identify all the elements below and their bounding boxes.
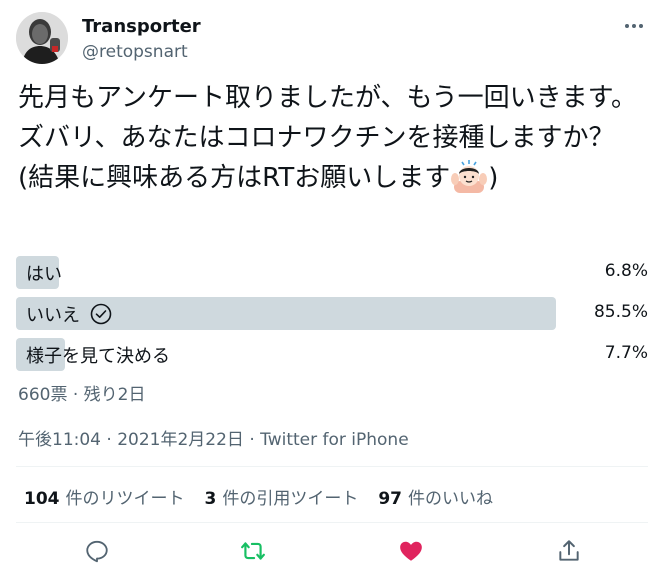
tweet-stats: 104 件のリツイート 3 件の引用ツイート 97 件のいいね [24,484,493,509]
avatar[interactable] [16,12,68,64]
share-icon [559,540,579,561]
more-button[interactable] [622,16,646,36]
tweet-text: 先月もアンケート取りましたが、もう一回いきます。ズバリ、あなたはコロナワクチンを… [18,78,646,198]
quote-count: 3 [204,489,217,509]
poll-choice-percent: 7.7% [604,343,648,363]
retweet-icon [241,542,265,560]
like-button[interactable] [396,536,426,566]
user-handle[interactable]: @retopsnart [82,42,188,62]
poll-choice-label: いいえ [26,305,80,326]
tweet-text-end: ) [488,163,499,193]
retweet-label: 件のリツイート [65,489,185,509]
tweet-header: Transporter @retopsnart [16,12,648,70]
quote-label: 件の引用ツイート [222,489,359,509]
poll-choice-label: 様子を見て決める [26,346,170,367]
reply-icon [86,540,108,563]
avatar-image [16,12,68,64]
poll-choice: はい 6.8% [16,256,648,289]
poll-choice: 様子を見て決める 7.7% [16,338,648,371]
like-label: 件のいいね [408,489,494,509]
retweet-count-link[interactable]: 104 件のリツイート [24,484,185,509]
poll-choice-percent: 85.5% [593,302,648,322]
reply-button[interactable] [82,536,112,566]
quote-count-link[interactable]: 3 件の引用ツイート [205,484,359,509]
like-icon [400,541,422,561]
retweet-button[interactable] [238,536,268,566]
retweet-count: 104 [24,489,60,509]
tweet-text-body: 先月もアンケート取りましたが、もう一回いきます。ズバリ、あなたはコロナワクチンを… [18,83,638,193]
display-name[interactable]: Transporter [82,16,201,37]
poll-choice-label: はい [26,264,62,285]
divider [16,466,648,467]
person-raising-hands-emoji [450,159,488,193]
like-count-link[interactable]: 97 件のいいね [378,484,493,509]
tweet-actions [16,530,648,570]
poll-choice-percent: 6.8% [604,261,648,281]
poll-choice: いいえ 85.5% [16,297,648,330]
more-icon [625,24,643,28]
like-count: 97 [378,489,403,509]
divider [16,522,648,523]
tweet-timestamp[interactable]: 午後11:04 · 2021年2月22日 · Twitter for iPhon… [18,425,409,450]
poll-meta: 660票 · 残り2日 [18,385,146,405]
share-button[interactable] [554,536,584,566]
poll: はい 6.8% いいえ 85.5% 様子を見て決める 7.7% [16,256,648,379]
check-circle-icon [90,303,112,325]
